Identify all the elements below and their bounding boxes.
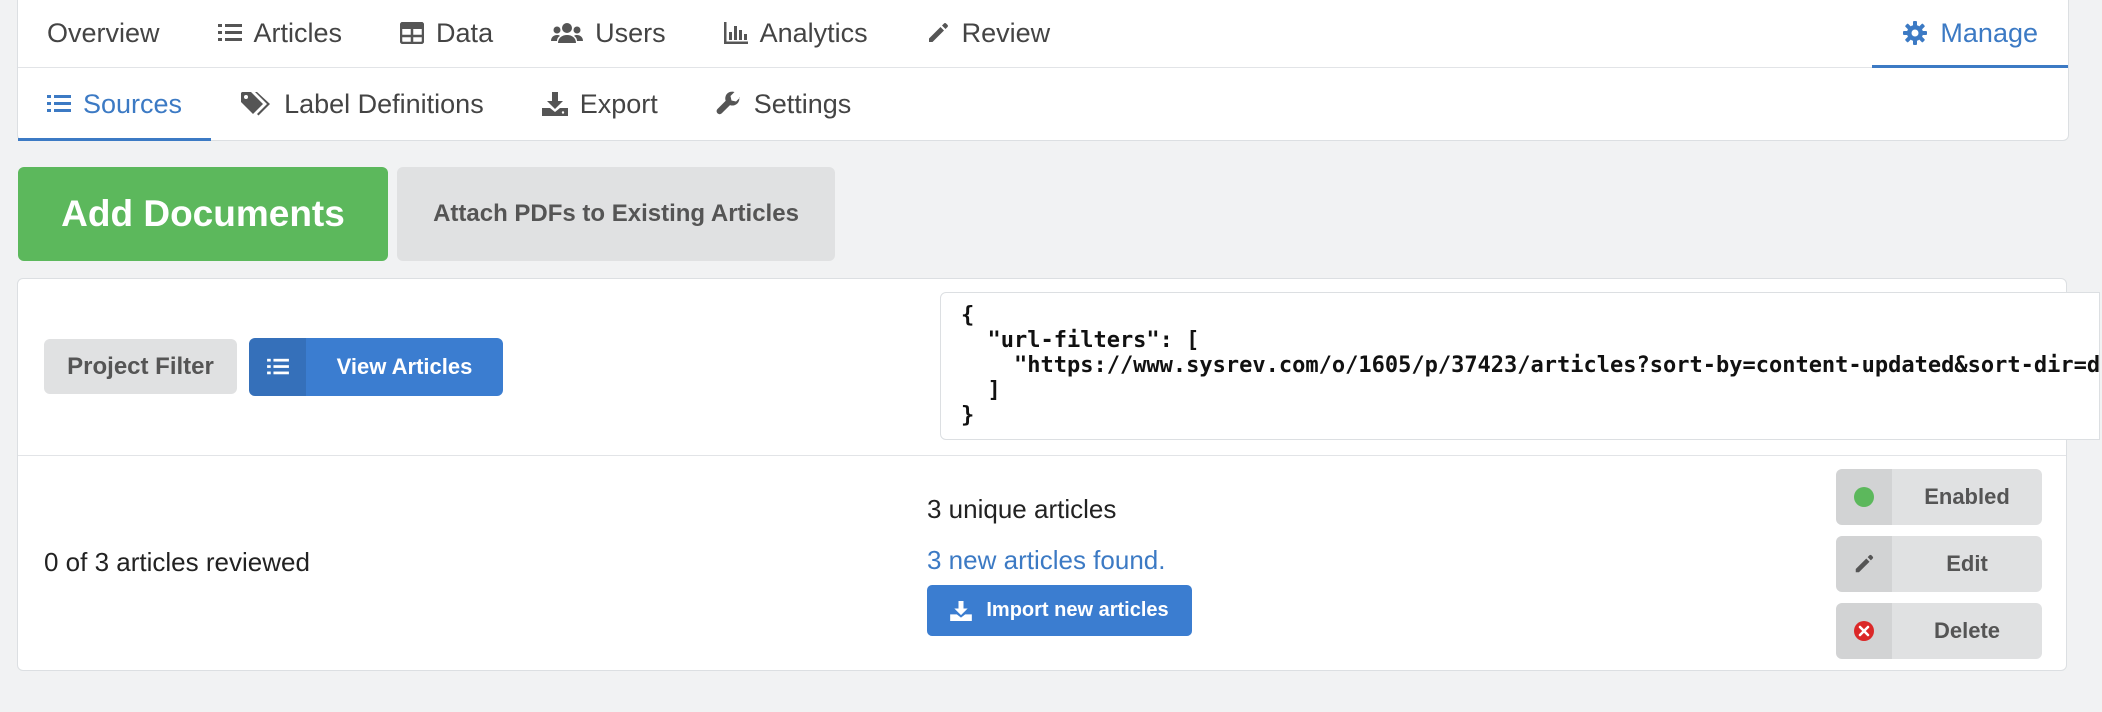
download-icon — [541, 92, 568, 116]
gear-icon — [1903, 21, 1928, 45]
subtab-sources[interactable]: Sources — [18, 68, 212, 141]
enabled-label: Enabled — [1924, 484, 2010, 509]
tags-icon — [241, 92, 271, 116]
tab-overview[interactable]: Overview — [18, 0, 189, 67]
project-filter-button[interactable]: Project Filter — [44, 339, 237, 394]
table-icon — [400, 22, 425, 44]
edit-source-button[interactable]: Edit — [1836, 536, 2042, 592]
wrench-icon — [716, 91, 740, 115]
manage-subtabs: Sources Label Definitions Export Setting… — [18, 68, 2068, 141]
tab-users[interactable]: Users — [522, 0, 695, 67]
close-circle-icon — [1836, 603, 1892, 659]
status-dot-icon — [1836, 469, 1892, 525]
pencil-icon — [928, 23, 948, 42]
unique-articles-count: 3 unique articles — [927, 494, 1117, 524]
import-new-articles-button[interactable]: Import new articles — [927, 585, 1192, 636]
filter-json-display: { "url-filters": [ "https://www.sysrev.c… — [940, 292, 2100, 440]
subtab-settings[interactable]: Settings — [687, 68, 881, 140]
reviewed-count: 0 of 3 articles reviewed — [44, 547, 310, 577]
tab-label: Sources — [83, 88, 183, 119]
attach-pdfs-button[interactable]: Attach PDFs to Existing Articles — [397, 167, 835, 261]
divider — [18, 455, 2066, 456]
new-articles-found: 3 new articles found. — [927, 545, 1166, 575]
bar-chart-icon — [723, 22, 748, 44]
add-documents-button[interactable]: Add Documents — [18, 167, 388, 261]
source-card: Project Filter View Articles { "url-filt… — [17, 278, 2100, 671]
tab-label: Articles — [253, 17, 343, 48]
tab-manage[interactable]: Manage — [1872, 0, 2068, 68]
tab-label: Export — [579, 88, 658, 119]
tab-label: Data — [436, 17, 494, 48]
tab-label: Overview — [47, 17, 160, 48]
users-icon — [551, 23, 584, 43]
tab-label: Manage — [1940, 17, 2038, 48]
import-label: Import new articles — [986, 599, 1169, 621]
tab-label: Label Definitions — [284, 88, 484, 119]
subtab-label-definitions[interactable]: Label Definitions — [211, 68, 513, 140]
main-tabs: Overview Articles Data Users Analytics R… — [18, 0, 2068, 68]
tab-label: Users — [595, 17, 666, 48]
tab-review[interactable]: Review — [897, 0, 1080, 67]
enabled-toggle-button[interactable]: Enabled — [1836, 469, 2042, 525]
delete-source-button[interactable]: Delete — [1836, 603, 2042, 659]
pencil-icon — [1836, 536, 1892, 592]
list-icon — [217, 24, 242, 41]
tab-analytics[interactable]: Analytics — [695, 0, 897, 67]
tab-label: Analytics — [759, 17, 868, 48]
view-articles-button[interactable]: View Articles — [249, 338, 503, 396]
tab-label: Settings — [753, 88, 852, 119]
list-icon — [47, 95, 71, 112]
tab-data[interactable]: Data — [371, 0, 522, 67]
tab-articles[interactable]: Articles — [189, 0, 372, 67]
subtab-export[interactable]: Export — [513, 68, 687, 140]
project-nav: Overview Articles Data Users Analytics R… — [17, 0, 2069, 141]
view-articles-label: View Articles — [336, 354, 473, 379]
list-icon — [249, 338, 306, 396]
tab-label: Review — [961, 17, 1051, 48]
delete-label: Delete — [1933, 618, 2001, 643]
download-icon — [950, 600, 973, 621]
edit-label: Edit — [1946, 551, 1988, 576]
